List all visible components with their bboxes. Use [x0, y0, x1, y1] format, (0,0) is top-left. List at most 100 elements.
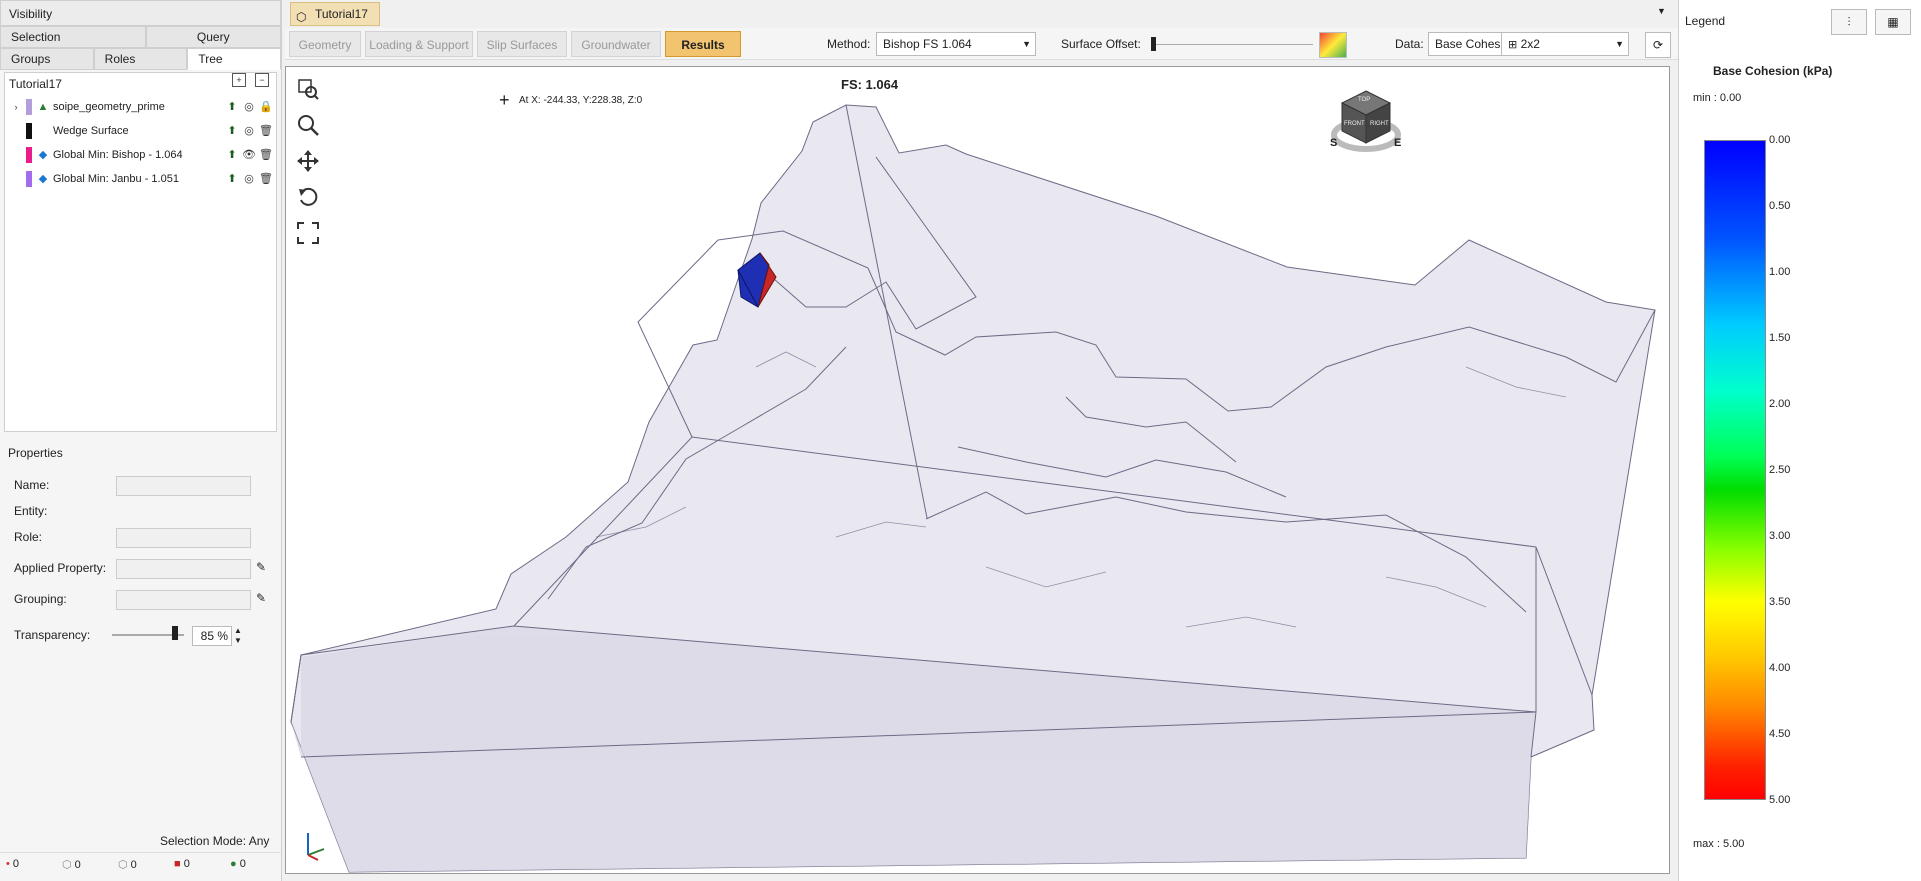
- trash-icon[interactable]: 🗑: [259, 172, 273, 186]
- pencil-icon[interactable]: ✎: [256, 591, 266, 605]
- legend-tick: 2.50: [1769, 464, 1791, 476]
- legend-panel: Legend ⫶ ▦ Base Cohesion (kPa) min : 0.0…: [1678, 0, 1921, 881]
- cube-right-label: RIGHT: [1370, 121, 1389, 127]
- legend-heading: Base Cohesion (kPa): [1713, 64, 1833, 78]
- tree-view: Tutorial17 + − › ▲ soipe_geometry_prime …: [4, 72, 277, 432]
- document-tab-label: Tutorial17: [315, 7, 368, 21]
- color-swatch: [26, 147, 32, 163]
- tree-item-label: Global Min: Janbu - 1.051: [53, 173, 179, 185]
- spinner-icon[interactable]: ▲ ▼: [234, 626, 242, 646]
- role-label: Role:: [14, 530, 43, 544]
- color-contour-icon[interactable]: [1319, 32, 1347, 58]
- terrain-icon: ▲: [37, 101, 49, 113]
- eye-icon[interactable]: 👁: [242, 148, 256, 162]
- tab-selection[interactable]: Selection: [0, 26, 146, 48]
- crumb-slip-surfaces[interactable]: Slip Surfaces: [477, 31, 567, 57]
- zoom-icon[interactable]: [294, 111, 322, 139]
- crumb-groundwater[interactable]: Groundwater: [571, 31, 661, 57]
- axis-triad-icon: [298, 827, 328, 864]
- pin-icon[interactable]: ⬆: [225, 124, 239, 138]
- lock-icon[interactable]: 🔒: [259, 100, 273, 114]
- pencil-icon[interactable]: ✎: [256, 560, 266, 574]
- role-select[interactable]: [116, 528, 251, 548]
- entity-label: Entity:: [14, 504, 48, 518]
- transparency-input[interactable]: 85 %: [192, 626, 232, 646]
- trash-icon[interactable]: 🗑: [259, 124, 273, 138]
- legend-settings-icon[interactable]: ⫶: [1831, 9, 1867, 35]
- groups-count: ● 0: [230, 858, 246, 870]
- tree-item-label: Global Min: Bishop - 1.064: [53, 149, 183, 161]
- tree-item[interactable]: ◆ Global Min: Bishop - 1.064 ⬆ 👁 🗑: [5, 143, 276, 167]
- cube-front-label: FRONT: [1344, 121, 1365, 127]
- name-label: Name:: [14, 478, 50, 492]
- model-icon: ⬡: [296, 10, 307, 24]
- legend-tick: 0.50: [1769, 200, 1791, 212]
- crosshair-icon: +: [499, 90, 510, 110]
- zoom-window-icon[interactable]: [294, 75, 322, 103]
- selection-mode: Selection Mode: Any: [160, 834, 270, 848]
- method-label: Method:: [827, 37, 871, 51]
- compass-east-label: E: [1394, 137, 1402, 149]
- properties-panel: Properties Name: Entity: Role: Applied P…: [4, 440, 280, 880]
- zoom-extents-icon[interactable]: [294, 219, 322, 247]
- 3d-viewport[interactable]: FS: 1.064 + At X: -244.33, Y:228.38, Z:0…: [285, 66, 1670, 874]
- grid-icon: ⊞: [1508, 39, 1518, 51]
- refresh-icon[interactable]: ⟳: [1645, 32, 1671, 58]
- main-area: ⬡ Tutorial17 × ▼ Geometry Loading & Supp…: [285, 0, 1678, 881]
- data-label: Data:: [1395, 37, 1424, 51]
- tree-item[interactable]: › ▲ soipe_geometry_prime ⬆ ◎ 🔒: [5, 95, 276, 119]
- tree-root-label: Tutorial17: [9, 77, 62, 91]
- surface-offset-slider[interactable]: [1153, 44, 1313, 45]
- cube-top-label: TOP: [1358, 97, 1371, 103]
- slider-handle[interactable]: [172, 626, 178, 640]
- model-render[interactable]: [286, 67, 1671, 875]
- legend-tick: 0.00: [1769, 134, 1791, 146]
- pin-icon[interactable]: ⬆: [225, 148, 239, 162]
- expand-all-icon[interactable]: +: [232, 73, 246, 87]
- collapse-all-icon[interactable]: −: [255, 73, 269, 87]
- eye-hidden-icon[interactable]: ◎: [242, 124, 256, 138]
- rotate-icon[interactable]: [294, 183, 322, 211]
- chevron-down-icon[interactable]: ▼: [1657, 6, 1666, 16]
- trash-icon[interactable]: 🗑: [259, 148, 273, 162]
- fs-title: FS: 1.064: [841, 77, 899, 92]
- chevron-down-icon: ▼: [1022, 39, 1031, 49]
- document-tab[interactable]: ⬡ Tutorial17 ×: [290, 2, 380, 43]
- eye-hidden-icon[interactable]: ◎: [242, 172, 256, 186]
- pin-icon[interactable]: ⬆: [225, 100, 239, 114]
- slider-handle[interactable]: [1151, 37, 1156, 51]
- solids-count: ■ 0: [174, 858, 190, 870]
- eye-hidden-icon[interactable]: ◎: [242, 100, 256, 114]
- tree-item[interactable]: Wedge Surface ⬆ ◎ 🗑: [5, 119, 276, 143]
- layout-select[interactable]: ⊞ 2x2 ▼: [1501, 32, 1629, 56]
- chevron-down-icon: ▼: [1615, 39, 1624, 49]
- tree-item[interactable]: ◆ Global Min: Janbu - 1.051 ⬆ ◎ 🗑: [5, 167, 276, 191]
- applied-property-select[interactable]: [116, 559, 251, 579]
- tab-roles[interactable]: Roles: [93, 48, 188, 70]
- color-scale: [1704, 140, 1766, 800]
- chevron-right-icon[interactable]: ›: [9, 100, 23, 114]
- transparency-label: Transparency:: [14, 628, 91, 642]
- crumb-geometry[interactable]: Geometry: [289, 31, 361, 57]
- legend-max: max : 5.00: [1693, 838, 1745, 850]
- legend-chart-icon[interactable]: ▦: [1875, 9, 1911, 35]
- method-select[interactable]: Bishop FS 1.064 ▼: [876, 32, 1036, 56]
- legend-tick: 5.00: [1769, 794, 1791, 806]
- grouping-label: Grouping:: [14, 592, 67, 606]
- tree-item-label: Wedge Surface: [53, 125, 129, 137]
- pan-icon[interactable]: [294, 147, 322, 175]
- surface-offset-label: Surface Offset:: [1061, 37, 1141, 51]
- color-swatch: [26, 99, 32, 115]
- color-swatch: [26, 171, 32, 187]
- tab-groups[interactable]: Groups: [0, 48, 94, 70]
- tab-query[interactable]: Query: [145, 26, 281, 48]
- visibility-title: Visibility: [0, 0, 281, 26]
- tab-tree[interactable]: Tree: [187, 48, 282, 70]
- view-cube[interactable]: TOP FRONT RIGHT S E: [1330, 87, 1402, 159]
- pin-icon[interactable]: ⬆: [225, 172, 239, 186]
- legend-min: min : 0.00: [1693, 92, 1742, 104]
- crumb-loading-support[interactable]: Loading & Support: [365, 31, 473, 57]
- grouping-select[interactable]: [116, 590, 251, 610]
- crumb-results[interactable]: Results: [665, 31, 741, 57]
- name-field[interactable]: [116, 476, 251, 496]
